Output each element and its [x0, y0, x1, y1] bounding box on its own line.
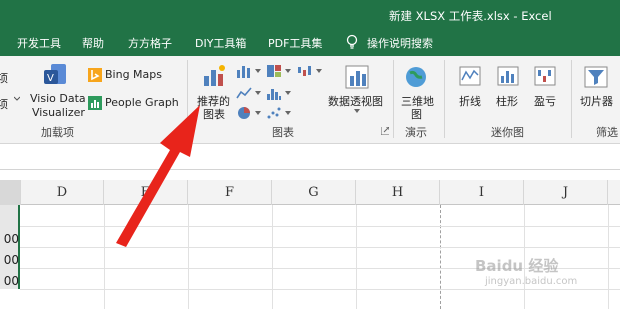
- annotation-arrow: [116, 105, 200, 247]
